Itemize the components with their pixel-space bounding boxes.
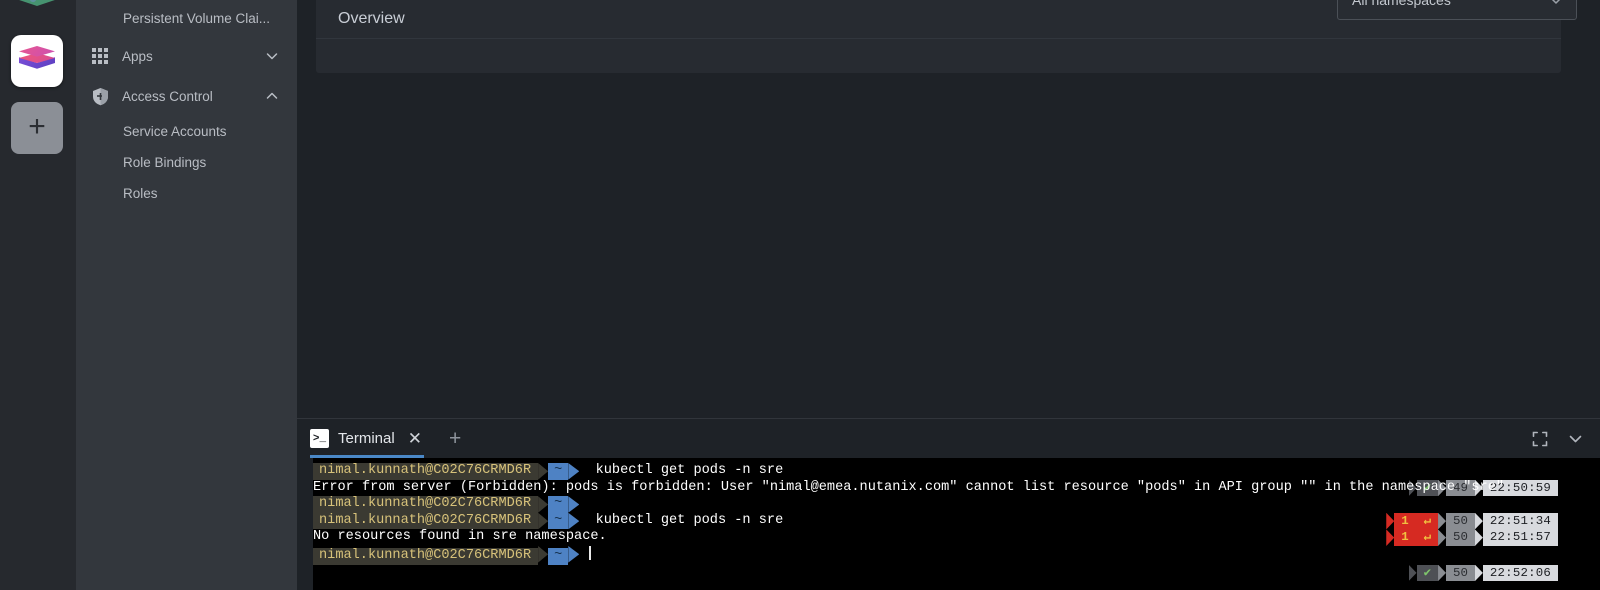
card-body [316, 39, 1561, 73]
terminal-prompt-user: nimal.kunnath@C02C76CRMD6R [313, 512, 539, 530]
sidebar-item-label: Service Accounts [123, 124, 227, 139]
terminal-command: kubectl get pods -n sre [579, 463, 784, 478]
close-icon[interactable]: ✕ [408, 430, 422, 447]
main-area: Overview All namespaces >_ Terminal ✕ + … [297, 0, 1600, 590]
plus-icon: + [28, 109, 46, 143]
terminal-prompt-line: nimal.kunnath@C02C76CRMD6R ~ kubectl get … [313, 512, 1600, 546]
terminal-status-segments: ✔ 50 22:52:06 [1408, 564, 1558, 582]
prompt-separator-icon [568, 512, 580, 530]
sidebar-item-access-control[interactable]: Access Control [76, 76, 297, 116]
status-notch [1408, 564, 1417, 582]
cluster-rail: + [0, 0, 76, 590]
prompt-separator-icon [538, 545, 549, 563]
cluster-icon-green[interactable] [11, 0, 63, 24]
namespace-select-value: All namespaces [1352, 0, 1451, 8]
prompt-separator-icon [538, 512, 549, 530]
terminal-prompt-line: nimal.kunnath@C02C76CRMD6R ~1 ↵ 50 22:51:34 [313, 496, 1600, 530]
chevron-up-icon[interactable] [265, 89, 279, 103]
grid-icon [90, 46, 110, 66]
status-notch [1438, 564, 1447, 582]
terminal-prompt-icon: >_ [310, 429, 329, 448]
sidebar-item-label: Role Bindings [123, 155, 207, 170]
expand-icon[interactable] [1532, 431, 1548, 447]
terminal-tabbar: >_ Terminal ✕ + [297, 418, 1600, 458]
terminal-controls [1532, 419, 1584, 458]
terminal-output-line: No resources found in sre namespace. [313, 529, 1600, 546]
app-root: + Persistent Volume Clai... Apps Access … [0, 0, 1600, 590]
prompt-separator-icon [538, 463, 549, 480]
prompt-separator-icon [568, 545, 580, 563]
sidebar-item-label: Roles [123, 186, 158, 201]
sidebar-item-roles[interactable]: Roles [76, 178, 297, 209]
nav-sidebar: Persistent Volume Clai... Apps Access Co… [76, 0, 297, 590]
prompt-separator-icon [568, 463, 580, 480]
terminal-prompt-user: nimal.kunnath@C02C76CRMD6R [313, 547, 539, 565]
tab-terminal[interactable]: >_ Terminal ✕ [310, 419, 424, 458]
sidebar-item-label: Persistent Volume Clai... [123, 10, 271, 26]
terminal-prompt-path: ~ [548, 463, 569, 480]
sidebar-item-label: Access Control [122, 88, 213, 104]
terminal-prompt-line: nimal.kunnath@C02C76CRMD6R ~ ✔ 50 22:52:06 [313, 545, 1600, 582]
status-exit-code: ✔ [1416, 564, 1439, 582]
cluster-icon-active[interactable] [11, 35, 63, 87]
terminal-output[interactable]: nimal.kunnath@C02C76CRMD6R ~ kubectl get … [313, 458, 1600, 590]
sidebar-item-service-accounts[interactable]: Service Accounts [76, 116, 297, 147]
add-terminal-tab-button[interactable]: + [449, 428, 461, 449]
terminal-output-line: Error from server (Forbidden): pods is f… [313, 480, 1600, 497]
prompt-separator-icon [538, 496, 549, 513]
status-timestamp: 22:52:06 [1482, 564, 1558, 582]
terminal-panel: >_ Terminal ✕ + nimal.kunnath@C02C76CRMD… [297, 418, 1600, 590]
content-scroll: Overview All namespaces [297, 0, 1600, 418]
terminal-cursor [589, 545, 592, 560]
namespace-select[interactable]: All namespaces [1337, 0, 1577, 20]
terminal-prompt-line: nimal.kunnath@C02C76CRMD6R ~ kubectl get … [313, 463, 1600, 497]
chevron-down-icon [1548, 0, 1564, 8]
status-notch [1474, 564, 1483, 582]
pink-cube-glyph [17, 41, 57, 81]
terminal-output-text: No resources found in sre namespace. [313, 529, 607, 545]
terminal-command: kubectl get pods -n sre [579, 512, 784, 528]
green-cube-glyph [11, 0, 63, 24]
terminal-prompt-path: ~ [548, 496, 569, 513]
sidebar-item-label: Apps [122, 48, 153, 64]
prompt-separator-icon [568, 496, 580, 513]
terminal-prompt-path: ~ [548, 547, 569, 565]
terminal-prompt-user: nimal.kunnath@C02C76CRMD6R [313, 496, 539, 513]
chevron-down-icon[interactable] [265, 49, 279, 63]
sidebar-item-apps[interactable]: Apps [76, 36, 297, 76]
status-history-count: 50 [1446, 564, 1475, 582]
tab-label: Terminal [338, 430, 395, 447]
terminal-prompt-user: nimal.kunnath@C02C76CRMD6R [313, 463, 539, 480]
terminal-prompt-path: ~ [548, 512, 569, 530]
add-cluster-button[interactable]: + [11, 102, 63, 154]
chevron-down-icon[interactable] [1567, 430, 1584, 447]
sidebar-item-role-bindings[interactable]: Role Bindings [76, 147, 297, 178]
terminal-output-text: Error from server (Forbidden): pods is f… [313, 479, 1505, 495]
terminal-lines: nimal.kunnath@C02C76CRMD6R ~ kubectl get … [313, 463, 1600, 582]
sidebar-item-persistent-volume-claims[interactable]: Persistent Volume Clai... [76, 0, 297, 36]
shield-icon [90, 86, 110, 106]
